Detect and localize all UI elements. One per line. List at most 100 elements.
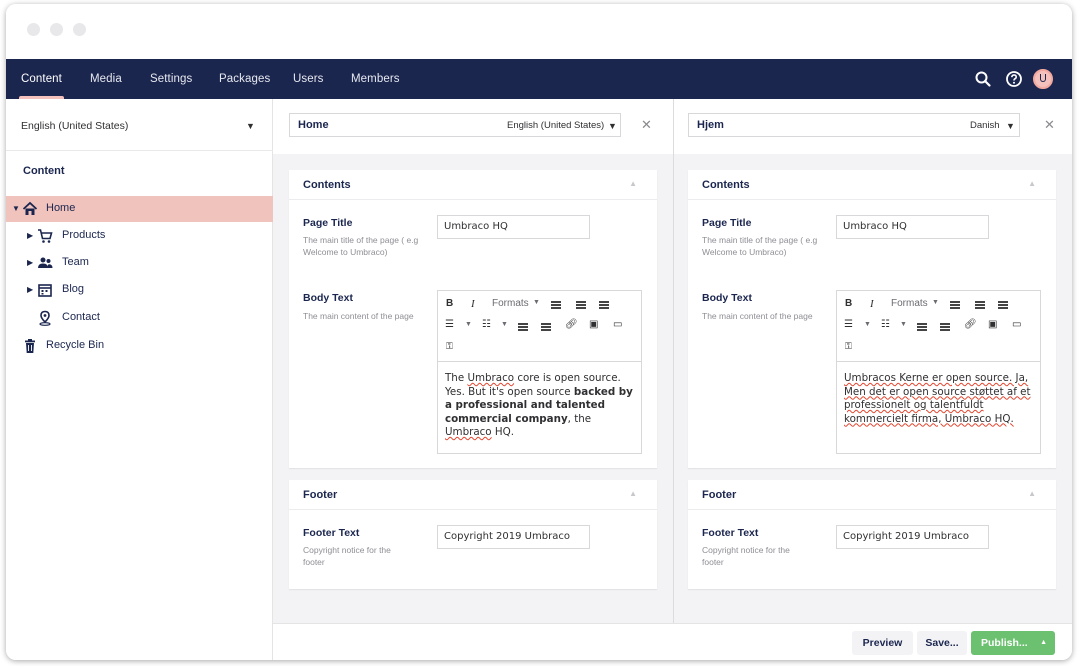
variant-language-select[interactable]: Danish [970,120,1000,131]
chevron-down-icon[interactable]: ▼ [246,121,255,131]
formats-dropdown[interactable]: Formats [492,298,529,309]
pane-header: Home English (United States) ▼ ✕ [273,99,673,154]
link-icon[interactable]: 🔗︎ [964,319,977,330]
link-icon[interactable]: 🔗︎ [565,319,578,330]
editor-pane-danish: Hjem Danish ▼ ✕ Contents ▲ Page Title Th… [674,99,1072,623]
bold-button[interactable]: B [446,298,453,309]
nav-packages[interactable]: Packages [219,59,270,99]
numbered-list-icon[interactable]: ☷ [482,319,491,330]
page-title-input[interactable]: Umbraco HQ [437,215,590,239]
contents-group: Contents ▲ Page Title The main title of … [688,170,1056,468]
footer-text-label: Footer Text [702,527,759,539]
indent-icon[interactable] [940,323,950,331]
tree-item-contact[interactable]: Contact [6,305,273,331]
bold-button[interactable]: B [845,298,852,309]
rich-text-editor[interactable]: B I Formats ▼ ☰ ▼ ☷ ▼ 🔗︎ ▣ ▭ ⚿ [437,290,642,454]
align-center-icon[interactable] [576,301,586,309]
chevron-down-icon[interactable]: ▼ [465,321,472,328]
nav-media[interactable]: Media [90,59,122,99]
italic-button[interactable]: I [471,298,475,310]
node-name-input[interactable]: Hjem Danish ▼ [688,113,1020,137]
chevron-up-icon[interactable]: ▲ [1028,179,1036,188]
embed-icon[interactable]: ▭ [613,319,622,330]
nav-members[interactable]: Members [351,59,400,99]
top-navigation: Content Media Settings Packages Users Me… [6,59,1072,99]
embed-icon[interactable]: ▭ [1012,319,1021,330]
bullet-list-icon[interactable]: ☰ [445,319,454,330]
chevron-down-icon[interactable]: ▼ [864,321,871,328]
tree-item-products[interactable]: ▶ Products [6,223,273,249]
caret-down-icon[interactable]: ▼ [12,204,20,213]
chevron-up-icon[interactable]: ▲ [629,179,637,188]
tree-item-home[interactable]: ▼ Home [6,196,273,222]
align-left-icon[interactable] [950,301,960,309]
group-header[interactable]: Footer ▲ [688,480,1056,510]
footer-text-label: Footer Text [303,527,360,539]
team-icon [38,257,53,268]
chevron-down-icon[interactable]: ▼ [608,121,617,131]
caret-right-icon[interactable]: ▶ [27,285,33,294]
nav-settings[interactable]: Settings [150,59,192,99]
group-header[interactable]: Contents ▲ [289,170,657,200]
tree-item-recycle-bin[interactable]: Recycle Bin [6,333,273,359]
publish-button[interactable]: Publish... ▲ [971,631,1055,655]
tree-item-blog[interactable]: ▶ Blog [6,277,273,303]
chevron-up-icon[interactable]: ▲ [629,489,637,498]
macro-icon[interactable]: ⚿ [845,341,852,352]
rte-text: Umbraco [445,426,492,438]
align-right-icon[interactable] [599,301,609,309]
italic-button[interactable]: I [870,298,874,310]
group-title: Contents [303,179,351,191]
group-header[interactable]: Contents ▲ [688,170,1056,200]
nav-content[interactable]: Content [19,59,64,99]
macro-icon[interactable]: ⚿ [446,341,453,352]
bullet-list-icon[interactable]: ☰ [844,319,853,330]
page-title-input[interactable]: Umbraco HQ [836,215,989,239]
group-header[interactable]: Footer ▲ [289,480,657,510]
align-right-icon[interactable] [998,301,1008,309]
caret-right-icon[interactable]: ▶ [27,231,33,240]
rte-content[interactable]: The Umbraco core is open source. Yes. Bu… [438,362,641,452]
rte-text: Umbracos Kerne er open source. Ja, Men d… [844,372,1031,425]
search-icon[interactable] [974,70,992,88]
window-close-dot[interactable] [27,23,40,36]
footer-text-input[interactable]: Copyright 2019 Umbraco [836,525,989,549]
close-icon[interactable]: ✕ [1044,117,1055,133]
chevron-down-icon[interactable]: ▼ [900,321,907,328]
chevron-up-icon[interactable]: ▲ [1040,631,1047,655]
window-maximize-dot[interactable] [73,23,86,36]
save-button[interactable]: Save... [917,631,967,655]
outdent-icon[interactable] [518,323,528,331]
close-icon[interactable]: ✕ [641,117,652,133]
nav-users[interactable]: Users [293,59,324,99]
image-icon[interactable]: ▣ [988,319,997,330]
tree-language-select[interactable]: English (United States) [21,120,128,132]
footer-text-input[interactable]: Copyright 2019 Umbraco [437,525,590,549]
numbered-list-icon[interactable]: ☷ [881,319,890,330]
outdent-icon[interactable] [917,323,927,331]
rte-toolbar: B I Formats ▼ ☰ ▼ ☷ ▼ 🔗︎ ▣ ▭ ⚿ [438,291,641,362]
user-avatar[interactable] [1033,69,1053,89]
chevron-up-icon[interactable]: ▲ [1028,489,1036,498]
chevron-down-icon[interactable]: ▼ [533,299,540,306]
help-icon[interactable] [1005,70,1023,88]
chevron-down-icon[interactable]: ▼ [501,321,508,328]
group-title: Footer [702,489,737,501]
rich-text-editor[interactable]: B I Formats ▼ ☰ ▼ ☷ ▼ 🔗︎ ▣ ▭ ⚿ [836,290,1041,454]
align-left-icon[interactable] [551,301,561,309]
chevron-down-icon[interactable]: ▼ [1006,121,1015,131]
preview-button[interactable]: Preview [852,631,913,655]
variant-language-select[interactable]: English (United States) [507,120,604,131]
indent-icon[interactable] [541,323,551,331]
tree-divider [6,150,273,151]
caret-right-icon[interactable]: ▶ [27,258,33,267]
node-name-input[interactable]: Home English (United States) ▼ [289,113,621,137]
pane-header: Hjem Danish ▼ ✕ [674,99,1072,154]
chevron-down-icon[interactable]: ▼ [932,299,939,306]
formats-dropdown[interactable]: Formats [891,298,928,309]
rte-content[interactable]: Umbracos Kerne er open source. Ja, Men d… [837,362,1040,452]
window-minimize-dot[interactable] [50,23,63,36]
image-icon[interactable]: ▣ [589,319,598,330]
tree-item-team[interactable]: ▶ Team [6,250,273,276]
align-center-icon[interactable] [975,301,985,309]
